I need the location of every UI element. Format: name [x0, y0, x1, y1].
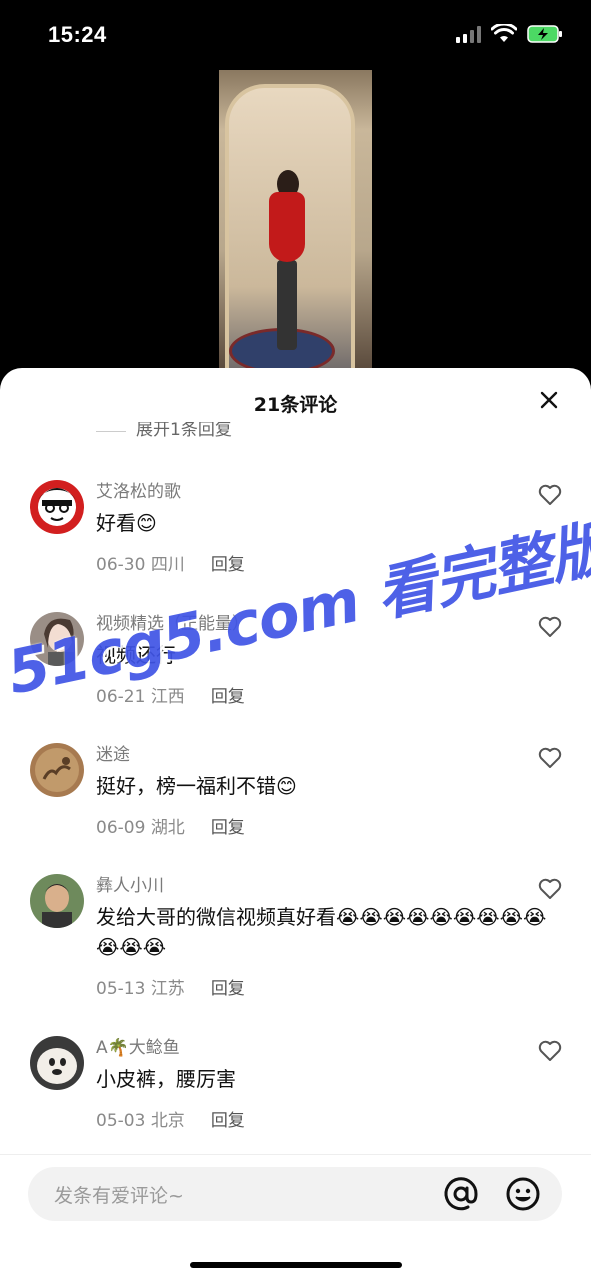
comments-sheet: 21条评论 展开1条回复 艾洛松的歌 好看😊 06-30 四川 回复 视频精选（…	[0, 368, 591, 1280]
comment-input-placeholder: 发条有爱评论~	[54, 1185, 184, 1207]
avatar[interactable]	[30, 480, 84, 534]
expand-divider	[96, 431, 126, 432]
comment-text: 视频还行	[96, 643, 176, 667]
close-icon	[540, 391, 558, 409]
status-icons	[456, 24, 563, 44]
video-player[interactable]	[0, 70, 591, 370]
comment-text: 好看😊	[96, 511, 157, 535]
comment-text: 发给大哥的微信视频真好看😭😭😭😭😭😭😭😭😭😭😭😭	[96, 905, 547, 959]
comment-text: 挺好，榜一福利不错😊	[96, 774, 297, 798]
comment-date: 05-13	[96, 979, 146, 999]
comment-author[interactable]: 艾洛松的歌	[96, 480, 521, 504]
avatar[interactable]	[30, 1036, 84, 1090]
comment-input[interactable]: 发条有爱评论~	[28, 1167, 562, 1221]
comment-author[interactable]: 迷途	[96, 743, 521, 767]
comments-count-title: 21条评论	[253, 394, 338, 416]
comment-date: 05-03	[96, 1111, 146, 1131]
heart-icon[interactable]	[537, 876, 563, 902]
heart-icon[interactable]	[537, 482, 563, 508]
comment-date: 06-09	[96, 818, 146, 838]
battery-charging-icon	[527, 25, 562, 43]
expand-replies-label: 展开1条回复	[136, 422, 232, 438]
heart-icon[interactable]	[537, 614, 563, 640]
mention-icon[interactable]	[442, 1175, 480, 1213]
avatar[interactable]	[30, 612, 84, 666]
cellular-signal-icon	[456, 25, 481, 43]
comment-location: 四川	[150, 555, 185, 575]
reply-button[interactable]: 回复	[211, 550, 245, 575]
emoji-icon[interactable]	[504, 1175, 542, 1213]
comment-text: 小皮裤，腰厉害	[96, 1067, 236, 1091]
comment-location: 湖北	[150, 818, 185, 838]
reply-button[interactable]: 回复	[211, 682, 245, 707]
avatar[interactable]	[30, 874, 84, 928]
comment-location: 北京	[150, 1111, 185, 1131]
reply-button[interactable]: 回复	[211, 813, 245, 838]
video-figure-dress	[269, 192, 305, 262]
reply-button[interactable]: 回复	[211, 1106, 245, 1131]
heart-icon[interactable]	[537, 1038, 563, 1064]
wifi-icon	[491, 24, 517, 42]
comment-author[interactable]: 视频精选（正能量）	[96, 612, 521, 636]
avatar[interactable]	[30, 743, 84, 797]
comment-date: 06-21	[96, 687, 146, 707]
video-thumbnail[interactable]	[219, 70, 372, 370]
home-indicator[interactable]	[190, 1262, 402, 1268]
expand-replies-link[interactable]: 展开1条回复	[96, 422, 232, 438]
comment-location: 江苏	[150, 979, 185, 999]
status-time: 15:24	[48, 22, 107, 47]
reply-button[interactable]: 回复	[211, 974, 245, 999]
video-figure-legs	[277, 260, 297, 350]
status-bar: 15:24	[0, 0, 591, 70]
close-button[interactable]	[535, 386, 563, 414]
comment-location: 江西	[150, 687, 185, 707]
comment-author[interactable]: A🌴大鲶鱼	[96, 1036, 521, 1060]
comment-date: 06-30	[96, 555, 146, 575]
heart-icon[interactable]	[537, 745, 563, 771]
comment-author[interactable]: 彝人小川	[96, 874, 551, 898]
